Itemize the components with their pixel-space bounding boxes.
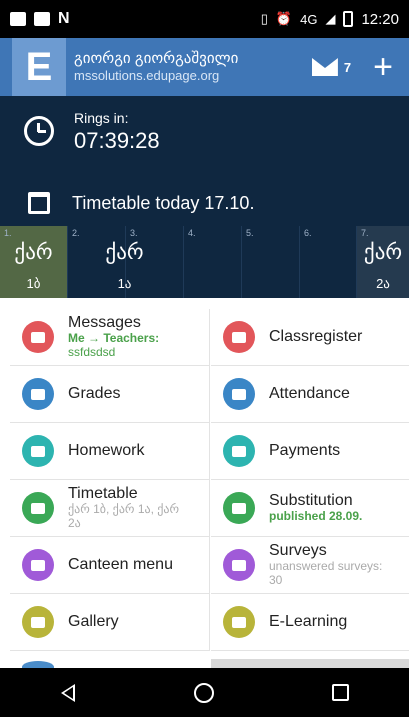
classregister-icon: [223, 321, 255, 353]
menu-substitution-status: published 28.09.: [269, 509, 363, 524]
menu-substitution-title: Substitution: [269, 491, 353, 509]
menu-timetable-title: Timetable: [68, 485, 138, 502]
timetable-icon: [22, 492, 54, 524]
menu-grades-title: Grades: [68, 384, 121, 402]
add-button[interactable]: +: [373, 50, 393, 84]
canteen-icon: [22, 549, 54, 581]
battery-icon: [343, 11, 354, 27]
mail-button[interactable]: 7: [311, 58, 352, 76]
calendar-icon: [28, 192, 50, 214]
menu-attendance[interactable]: Attendance: [211, 366, 409, 423]
period-5[interactable]: 5.: [242, 226, 300, 298]
menu-messages-preview: ssfdsdsd: [68, 345, 116, 360]
period-1[interactable]: 1. ქარ 1ბ: [0, 226, 68, 298]
period-6[interactable]: 6.: [300, 226, 357, 298]
mail-notification-icon: [10, 12, 26, 26]
menu-surveys-title: Surveys: [269, 542, 327, 559]
menu-surveys-status: unanswered surveys: 30: [269, 559, 383, 588]
timetable-today-row[interactable]: Timetable today 17.10.: [28, 192, 254, 214]
menu-grid: Messages Me → Teachers: ssfdsdsd Classre…: [10, 309, 409, 667]
rings-countdown: 07:39:28: [74, 128, 160, 153]
grades-icon: [22, 378, 54, 410]
period-4[interactable]: 4.: [184, 226, 242, 298]
menu-elearning[interactable]: E-Learning: [211, 594, 409, 651]
gallery-icon: [22, 606, 54, 638]
back-icon: [61, 683, 76, 702]
signal-icon: ◢: [325, 11, 336, 26]
envelope-icon: [311, 58, 338, 76]
recents-icon: [332, 684, 350, 701]
edupage-logo[interactable]: E: [12, 38, 66, 96]
substitution-icon: [223, 492, 255, 524]
mail-count-badge: 7: [343, 59, 352, 75]
user-name[interactable]: გიორგი გიორგაშვილი: [74, 50, 312, 68]
n-notification-icon: N: [58, 10, 70, 27]
rings-block: Rings in: 07:39:28: [24, 110, 160, 154]
menu-substitution[interactable]: Substitution published 28.09.: [211, 480, 409, 537]
attendance-icon: [223, 378, 255, 410]
periods-strip: 1. ქარ 1ბ 2. 3. ქარ 1ა 4. 5. 6. 7. ქარ 2…: [0, 226, 409, 298]
menu-classregister-title: Classregister: [269, 327, 363, 345]
vibrate-icon: ▯: [260, 11, 268, 26]
menu-classregister[interactable]: Classregister: [211, 309, 409, 366]
alarm-icon: ⏰: [275, 11, 293, 26]
system-nav-bar: [0, 668, 409, 717]
status-bar: N ▯ ⏰ 4G ◢ 12:20: [0, 0, 409, 38]
clock-time: 12:20: [361, 10, 399, 28]
payments-icon: [223, 435, 255, 467]
menu-surveys[interactable]: Surveys unanswered surveys: 30: [211, 537, 409, 594]
menu-canteen-title: Canteen menu: [68, 555, 173, 573]
menu-messages[interactable]: Messages Me → Teachers: ssfdsdsd: [10, 309, 210, 366]
school-domain: mssolutions.edupage.org: [74, 68, 220, 84]
app-bar: E გიორგი გიორგაშვილი mssolutions.edupage…: [0, 38, 409, 96]
menu-attendance-title: Attendance: [269, 384, 350, 402]
home-icon: [194, 682, 215, 703]
surveys-icon: [223, 549, 255, 581]
menu-grid-next-row: [10, 659, 409, 673]
menu-timetable-summary: ქარ 1ბ, ქარ 1ა, ქარ 2ა: [68, 502, 180, 531]
menu-canteen[interactable]: Canteen menu: [10, 537, 210, 594]
back-button[interactable]: [38, 673, 98, 713]
homework-icon: [22, 435, 54, 467]
menu-gallery-title: Gallery: [68, 612, 119, 630]
empty-cell: [211, 659, 409, 668]
menu-grades[interactable]: Grades: [10, 366, 210, 423]
network-type: 4G: [300, 11, 318, 27]
image-notification-icon: [34, 12, 50, 26]
clock-icon: [24, 116, 54, 146]
menu-payments[interactable]: Payments: [211, 423, 409, 480]
menu-messages-recipient: Me → Teachers:: [68, 331, 160, 346]
menu-gallery[interactable]: Gallery: [10, 594, 210, 651]
home-button[interactable]: [174, 673, 234, 713]
period-3[interactable]: 3. ქარ 1ა: [105, 226, 184, 298]
recents-button[interactable]: [311, 673, 371, 713]
menu-homework-title: Homework: [68, 441, 145, 459]
menu-homework[interactable]: Homework: [10, 423, 210, 480]
elearning-icon: [223, 606, 255, 638]
period-7[interactable]: 7. ქარ 2ა: [357, 226, 409, 298]
messages-icon: [22, 321, 54, 353]
menu-payments-title: Payments: [269, 441, 341, 459]
timetable-today-label: Timetable today 17.10.: [72, 192, 255, 213]
menu-messages-title: Messages: [68, 314, 141, 331]
menu-elearning-title: E-Learning: [269, 612, 348, 630]
rings-label: Rings in:: [74, 110, 129, 126]
menu-timetable[interactable]: Timetable ქარ 1ბ, ქარ 1ა, ქარ 2ა: [10, 480, 210, 537]
info-panel: Rings in: 07:39:28 Timetable today 17.10…: [0, 96, 409, 226]
